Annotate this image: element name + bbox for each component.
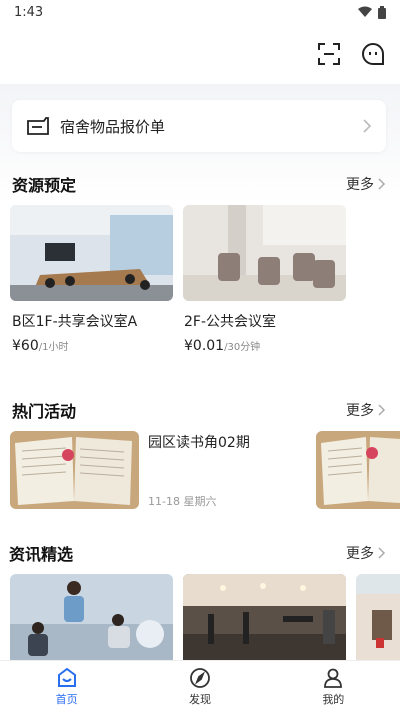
wifi-icon — [358, 6, 372, 17]
tab-label: 首页 — [55, 692, 78, 706]
reading-event-image[interactable] — [10, 431, 139, 509]
more-label: 更多 — [346, 546, 374, 562]
tab-label: 发现 — [188, 692, 211, 706]
quote-list-label: 宿舍物品报价单 — [60, 117, 166, 136]
news-more-link[interactable]: 更多 — [346, 543, 386, 563]
chevron-right-icon — [378, 178, 386, 190]
scan-icon[interactable] — [316, 41, 342, 67]
price-value: ¥60 — [12, 338, 39, 354]
user-icon — [324, 668, 343, 688]
event-date: 11-18 星期六 — [148, 495, 217, 508]
section-title: 热门活动 — [12, 402, 77, 421]
chevron-right-icon — [378, 547, 386, 559]
section-title: 资讯精选 — [9, 545, 74, 564]
price-value: ¥0.01 — [184, 338, 225, 354]
resources-more-link[interactable]: 更多 — [346, 174, 386, 194]
resources-section-header: 资源预定 更多 — [0, 170, 400, 198]
events-section-header: 热门活动 更多 — [0, 396, 400, 424]
status-time: 1:43 — [14, 4, 44, 20]
price-unit: /30分钟 — [224, 342, 261, 353]
status-icons — [358, 5, 386, 19]
chevron-right-icon — [363, 119, 372, 133]
resource-price: ¥60/1小时 — [12, 338, 68, 354]
battery-icon — [378, 5, 386, 19]
resource-title[interactable]: B区1F-共享会议室A — [12, 311, 137, 331]
reading-event-image-next[interactable] — [316, 431, 400, 509]
resource-price: ¥0.01/30分钟 — [184, 338, 260, 354]
events-more-link[interactable]: 更多 — [346, 400, 386, 420]
bottom-tab-bar: 首页 发现 我的 — [0, 660, 400, 712]
news-section-header: 资讯精选 更多 — [0, 539, 400, 567]
news-image-gym[interactable] — [183, 574, 346, 660]
news-image-team[interactable] — [10, 574, 173, 660]
home-icon — [57, 667, 76, 687]
chevron-right-icon — [378, 404, 386, 416]
tab-home[interactable]: 首页 — [0, 661, 133, 712]
quote-list-card[interactable]: 宿舍物品报价单 — [12, 100, 386, 152]
tab-mine[interactable]: 我的 — [267, 661, 400, 712]
compass-icon — [190, 667, 210, 688]
resource-title[interactable]: 2F-公共会议室 — [184, 311, 276, 331]
event-title[interactable]: 园区读书角02期 — [148, 432, 250, 452]
more-label: 更多 — [346, 177, 374, 193]
status-bar: 1:43 — [0, 0, 400, 24]
tab-label: 我的 — [322, 692, 345, 706]
news-image-building[interactable] — [356, 574, 400, 660]
tab-discover[interactable]: 发现 — [133, 661, 266, 712]
public-room-image[interactable] — [183, 205, 346, 301]
ticket-icon — [27, 117, 49, 135]
chat-bot-icon[interactable] — [360, 41, 386, 67]
price-unit: /1小时 — [38, 342, 69, 353]
meeting-room-a-image[interactable] — [10, 205, 173, 301]
more-label: 更多 — [346, 403, 374, 419]
top-header — [0, 24, 400, 84]
section-title: 资源预定 — [12, 176, 77, 195]
